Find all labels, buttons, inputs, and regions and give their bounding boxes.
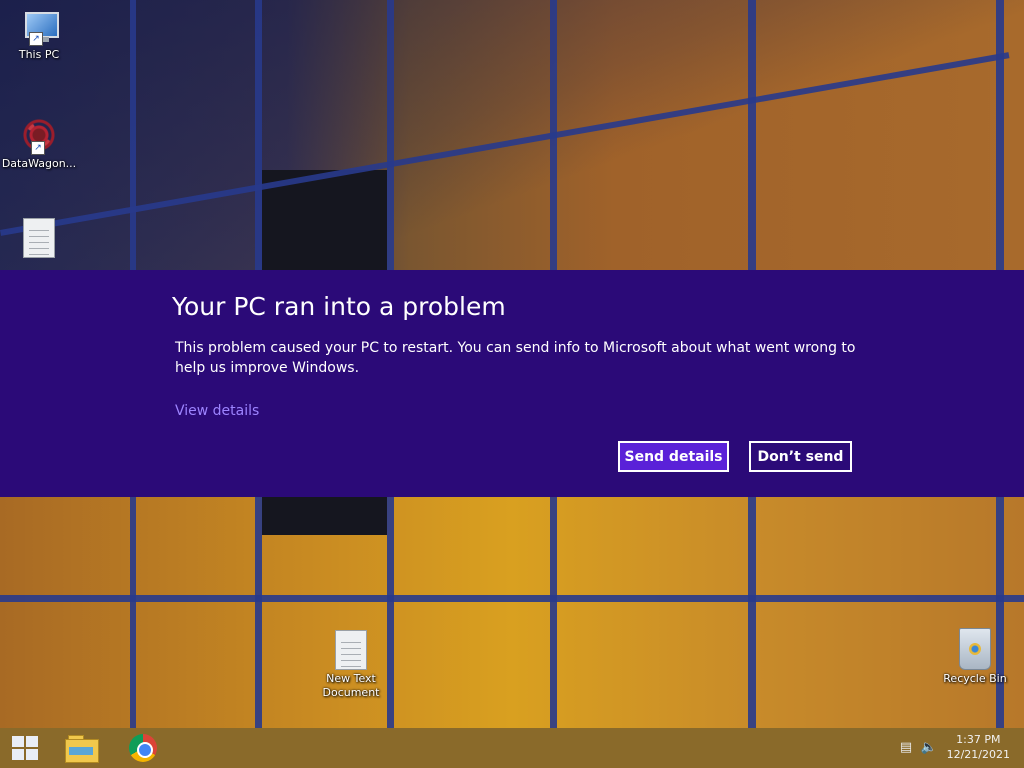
network-icon[interactable]: ▤ <box>897 740 915 756</box>
dialog-message: This problem caused your PC to restart. … <box>175 340 856 376</box>
desktop-icon-label: New Text Document <box>322 672 380 699</box>
dialog-title: Your PC ran into a problem <box>172 292 506 321</box>
windows-logo-icon <box>12 736 38 760</box>
taskbar: ▤ 🔈 1:37 PM 12/21/2021 <box>0 728 1024 768</box>
wallpaper-top <box>0 0 1024 270</box>
view-details-link[interactable]: View details <box>175 403 259 419</box>
this-pc-icon: ↗ <box>19 10 59 46</box>
desktop: ↗ This PC ↗ DataWagon... New Text Docume… <box>0 0 1024 768</box>
desktop-icon-recycle-bin[interactable]: Recycle Bin <box>936 628 1014 686</box>
desktop-icon-datawagon[interactable]: ↗ DataWagon... <box>0 115 78 171</box>
error-report-dialog: Your PC ran into a problem This problem … <box>0 270 1024 497</box>
wallpaper-bottom <box>0 497 1024 728</box>
desktop-icon-label: This PC <box>18 48 60 61</box>
taskbar-file-explorer[interactable] <box>56 728 106 768</box>
taskbar-clock[interactable]: 1:37 PM 12/21/2021 <box>947 732 1010 762</box>
clock-date: 12/21/2021 <box>946 748 1010 761</box>
taskbar-chrome[interactable] <box>118 728 168 768</box>
recycle-bin-icon <box>959 628 991 670</box>
send-details-button[interactable]: Send details <box>618 441 729 472</box>
datawagon-icon: ↗ <box>19 115 59 155</box>
start-button[interactable] <box>0 728 50 768</box>
wallpaper-dark-pane <box>262 497 387 535</box>
desktop-icon-new-text-document[interactable]: New Text Document <box>312 630 390 700</box>
text-document-icon <box>335 630 367 670</box>
desktop-icon-label: Recycle Bin <box>943 672 1007 685</box>
chrome-icon <box>129 734 157 762</box>
wallpaper-mullion <box>0 595 1024 602</box>
text-document-icon <box>23 218 55 258</box>
volume-icon[interactable]: 🔈 <box>920 740 938 756</box>
desktop-icon-text-document[interactable] <box>0 218 78 270</box>
file-explorer-icon <box>65 735 99 763</box>
desktop-icon-this-pc[interactable]: ↗ This PC <box>0 10 78 62</box>
clock-time: 1:37 PM <box>956 733 1001 746</box>
desktop-icon-label: DataWagon... <box>1 157 77 170</box>
dont-send-button[interactable]: Don’t send <box>749 441 852 472</box>
